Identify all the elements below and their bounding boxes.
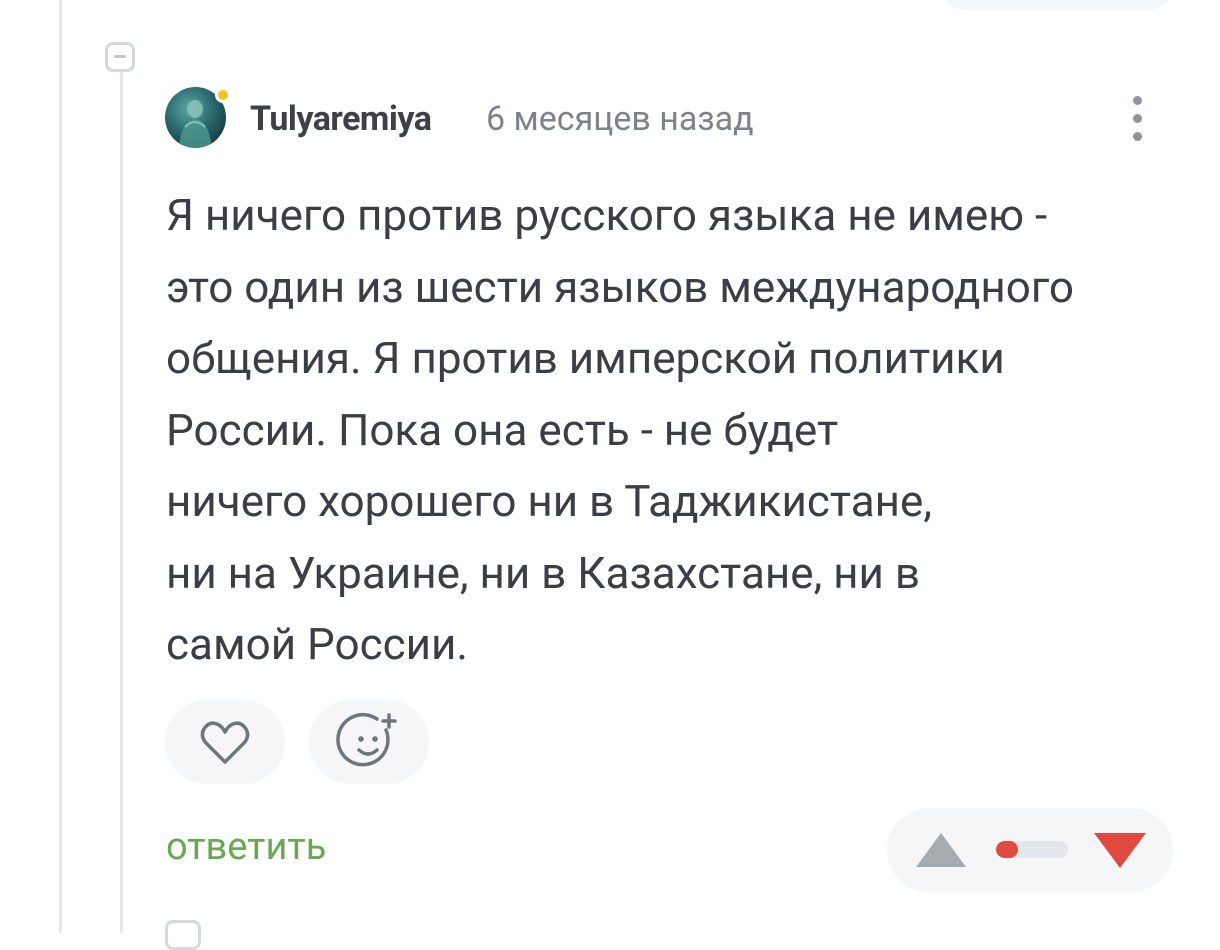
rating-bar [996,841,1068,858]
comment-line: общения. Я против имперской политики [166,332,1005,384]
online-status-dot [215,87,231,103]
comment-line: это один из шести языков международного [166,260,1075,313]
smiley-plus-icon [336,712,397,767]
dot-icon [1133,114,1142,123]
heart-icon [200,721,250,764]
dot-icon [1133,96,1142,105]
comment-timestamp[interactable]: 6 месяцев назад [486,99,754,139]
vote-up-icon[interactable] [914,830,968,870]
add-reaction-button[interactable] [309,700,429,784]
comment-line: ничего хорошего ни в Таджикистане, [166,475,933,527]
vote-down-icon[interactable] [1092,830,1148,870]
comment-line: России. Пока она есть - не будет [166,403,839,456]
like-button[interactable] [165,700,285,784]
previous-comment-vote-box [940,0,1174,10]
comment-line: ни на Украине, ни в Казахстане, ни в [166,546,921,599]
thread-line [59,0,62,933]
comment-author[interactable]: Tulyaremiya [250,99,432,139]
rating-bar-fill [996,841,1018,858]
reply-link[interactable]: ответить [166,825,326,869]
comment-body: Я ничего против русского языка не имею -… [166,180,1176,681]
comment-line: самой России. [166,618,469,670]
branch-line [120,72,123,933]
next-comment-collapse-button[interactable] [165,920,201,950]
comment-line: Я ничего против русского языка не имею - [166,189,1048,241]
collapse-thread-button[interactable] [105,42,135,72]
more-options-button[interactable] [1118,92,1158,148]
dot-icon [1133,132,1142,141]
